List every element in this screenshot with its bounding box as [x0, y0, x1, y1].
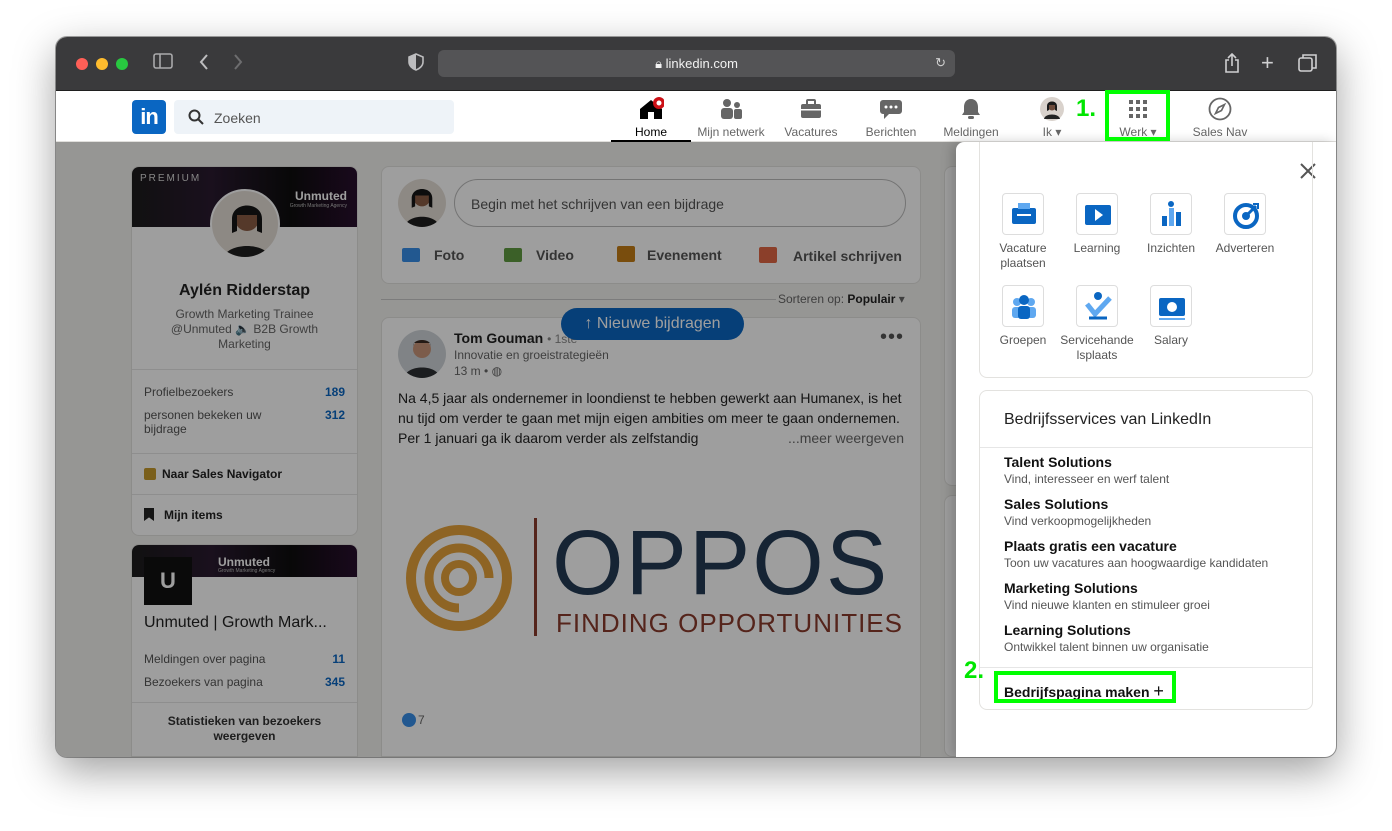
chevron-down-icon: ▾: [1051, 125, 1062, 139]
business-services-section: Bedrijfsservices van LinkedIn Talent Sol…: [979, 390, 1313, 710]
groups-icon: [1002, 285, 1044, 327]
app-label: Servicehandelsplaats: [1060, 333, 1134, 362]
app-label: Learning: [1073, 241, 1121, 255]
app-vacature-plaatsen[interactable]: Vacature plaatsen: [986, 193, 1060, 271]
app-label: Vacature plaatsen: [999, 241, 1047, 270]
url-text: linkedin.com: [665, 56, 738, 71]
divider: [980, 667, 1312, 668]
nav-label: Mijn netwerk: [697, 125, 765, 139]
app-adverteren[interactable]: Adverteren: [1208, 193, 1282, 256]
maximize-window-button[interactable]: [116, 58, 128, 70]
sidebar-toggle-icon[interactable]: [153, 53, 173, 73]
browser-toolbar: 🔒︎ linkedin.com ↻ +: [56, 37, 1336, 91]
avatar: [1026, 97, 1078, 121]
app-groepen[interactable]: Groepen: [986, 285, 1060, 348]
service-title: Marketing Solutions: [1004, 580, 1138, 596]
nav-label: Home: [634, 125, 667, 139]
nav-ik[interactable]: Ik ▾: [1026, 91, 1078, 142]
business-services-title: Bedrijfsservices van LinkedIn: [1004, 411, 1212, 428]
nav-label: Ik: [1042, 125, 1052, 139]
back-icon[interactable]: [198, 53, 210, 75]
apps-section: Vacature plaatsen Learning Inzichten Adv…: [979, 142, 1313, 378]
nav-home[interactable]: Home: [611, 91, 691, 142]
divider: [980, 447, 1312, 448]
service-title: Learning Solutions: [1004, 622, 1131, 638]
nav-label: Sales Nav: [1192, 125, 1248, 139]
work-panel: Vacature plaatsen Learning Inzichten Adv…: [956, 142, 1336, 757]
learning-icon: [1076, 193, 1118, 235]
nav-vacatures[interactable]: Vacatures: [771, 91, 851, 142]
briefcase-icon: [771, 97, 851, 121]
insights-icon: [1150, 193, 1192, 235]
nav-label: Vacatures: [784, 125, 838, 139]
search-placeholder: Zoeken: [214, 110, 261, 126]
nav-mijn-netwerk[interactable]: Mijn netwerk: [691, 91, 771, 142]
app-label: Groepen: [999, 333, 1047, 347]
address-bar[interactable]: 🔒︎ linkedin.com ↻: [438, 50, 955, 77]
forward-icon[interactable]: [232, 53, 244, 75]
tabs-overview-icon[interactable]: [1298, 53, 1318, 77]
browser-window: 🔒︎ linkedin.com ↻ + in Zoeken Home Mijn: [56, 37, 1336, 757]
search-icon: [188, 109, 204, 125]
service-marketplace-icon: [1076, 285, 1118, 327]
app-label: Salary: [1153, 333, 1188, 347]
nav-label: Berichten: [865, 125, 917, 139]
highlight-create-page: [994, 671, 1176, 703]
service-desc: Vind verkoopmogelijkheden: [1004, 514, 1152, 528]
bell-icon: [931, 97, 1011, 121]
minimize-window-button[interactable]: [96, 58, 108, 70]
app-inzichten[interactable]: Inzichten: [1134, 193, 1208, 256]
service-desc: Toon uw vacatures aan hoogwaardige kandi…: [1004, 556, 1269, 570]
compass-icon: [1180, 97, 1260, 121]
search-input[interactable]: Zoeken: [174, 100, 454, 134]
service-desc: Ontwikkel talent binnen uw organisatie: [1004, 640, 1209, 654]
service-learning-solutions[interactable]: Learning Solutions Ontwikkel talent binne…: [1004, 622, 1209, 654]
share-icon[interactable]: [1224, 52, 1240, 77]
app-learning[interactable]: Learning: [1060, 193, 1134, 256]
nav-berichten[interactable]: Berichten: [851, 91, 931, 142]
app-salary[interactable]: Salary: [1134, 285, 1208, 348]
nav-label: Meldingen: [943, 125, 999, 139]
network-icon: [691, 97, 771, 121]
lock-icon: 🔒︎: [655, 56, 663, 71]
close-window-button[interactable]: [76, 58, 88, 70]
app-label: Adverteren: [1215, 241, 1275, 255]
nav-sales-nav[interactable]: Sales Nav: [1180, 91, 1260, 142]
salary-icon: [1150, 285, 1192, 327]
chat-icon: [851, 97, 931, 121]
service-sales-solutions[interactable]: Sales Solutions Vind verkoopmogelijkheden: [1004, 496, 1151, 528]
app-servicehandelsplaats[interactable]: Servicehandelsplaats: [1060, 285, 1134, 363]
home-icon: [611, 97, 691, 121]
service-title: Talent Solutions: [1004, 454, 1112, 470]
service-marketing-solutions[interactable]: Marketing Solutions Vind nieuwe klanten e…: [1004, 580, 1210, 612]
step-1-label: 1.: [1076, 95, 1097, 122]
service-title: Sales Solutions: [1004, 496, 1109, 512]
service-post-job[interactable]: Plaats gratis een vacature Toon uw vacatu…: [1004, 538, 1268, 570]
service-talent-solutions[interactable]: Talent Solutions Vind, interesseer en wer…: [1004, 454, 1169, 486]
service-desc: Vind, interesseer en werf talent: [1004, 472, 1170, 486]
job-post-icon: [1002, 193, 1044, 235]
service-desc: Vind nieuwe klanten en stimuleer groei: [1004, 598, 1210, 612]
step-2-label: 2.: [964, 657, 985, 684]
service-title: Plaats gratis een vacature: [1004, 538, 1177, 554]
reload-icon[interactable]: ↻: [935, 55, 946, 71]
new-tab-icon[interactable]: +: [1261, 52, 1274, 74]
app-label: Inzichten: [1146, 241, 1196, 255]
nav-meldingen[interactable]: Meldingen: [931, 91, 1011, 142]
privacy-shield-icon[interactable]: [408, 53, 424, 75]
linkedin-logo[interactable]: in: [132, 100, 166, 134]
advertise-icon: [1224, 193, 1266, 235]
highlight-werk: [1105, 90, 1170, 141]
